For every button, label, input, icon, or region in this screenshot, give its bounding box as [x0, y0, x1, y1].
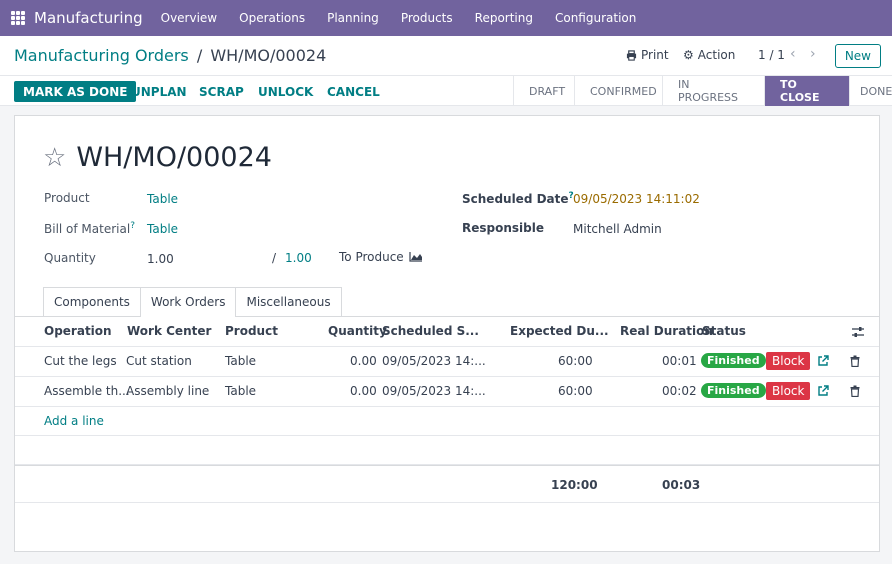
print-icon	[626, 49, 637, 61]
scheduled-date-field[interactable]: 09/05/2023 14:11:02	[573, 192, 700, 206]
help-icon[interactable]: ?	[130, 221, 135, 231]
external-link-icon[interactable]	[817, 355, 829, 367]
bom-field[interactable]: Table	[147, 222, 178, 236]
row-scheduled: 09/05/2023 14:...	[382, 354, 486, 368]
row-operation: Assemble th...	[44, 384, 130, 398]
to-produce-label: To Produce	[339, 250, 404, 264]
unlock-button[interactable]: UNLOCK	[249, 81, 322, 102]
status-badge: Finished	[701, 353, 766, 368]
row-quantity: 0.00	[350, 354, 377, 368]
status-bar: MARK AS DONE UNPLAN SCRAP UNLOCK CANCEL …	[0, 76, 892, 106]
total-expected: 120:00	[551, 478, 598, 492]
quantity-field[interactable]: 1.00	[147, 252, 174, 266]
quantity-total: 1.00	[285, 251, 312, 265]
pager-value[interactable]: 1 / 1	[758, 48, 785, 62]
record-title: WH/MO/00024	[76, 142, 272, 173]
print-button[interactable]: Print	[626, 48, 669, 62]
external-link-icon[interactable]	[817, 385, 829, 397]
tab-components[interactable]: Components	[43, 287, 141, 317]
row-work-center: Cut station	[126, 354, 192, 368]
table-row[interactable]: Assemble th... Assembly line Table 0.00 …	[15, 377, 879, 407]
col-operation[interactable]: Operation	[44, 324, 112, 338]
menu-configuration[interactable]: Configuration	[555, 11, 636, 25]
scrap-button[interactable]: SCRAP	[190, 81, 253, 102]
row-expected: 60:00	[558, 354, 593, 368]
responsible-field[interactable]: Mitchell Admin	[573, 222, 662, 236]
row-real-duration: 00:01	[662, 354, 697, 368]
app-brand[interactable]: Manufacturing	[34, 9, 143, 27]
col-quantity[interactable]: Quantity	[328, 324, 387, 338]
row-operation: Cut the legs	[44, 354, 117, 368]
action-label: Action	[697, 48, 736, 62]
col-real-duration[interactable]: Real Duration	[620, 324, 713, 338]
breadcrumb-separator: /	[196, 46, 203, 65]
trash-icon[interactable]	[850, 355, 860, 367]
stage-to-close[interactable]: TO CLOSE	[764, 76, 849, 106]
row-real-duration: 00:02	[662, 384, 697, 398]
col-scheduled[interactable]: Scheduled S...	[382, 324, 479, 338]
table-header: Operation Work Center Product Quantity S…	[15, 317, 879, 347]
action-button[interactable]: ⚙ Action	[683, 48, 735, 62]
responsible-label: Responsible	[462, 221, 544, 235]
tab-miscellaneous[interactable]: Miscellaneous	[235, 287, 342, 317]
stage-draft[interactable]: DRAFT	[513, 76, 574, 106]
menu-operations[interactable]: Operations	[239, 11, 305, 25]
menu-planning[interactable]: Planning	[327, 11, 379, 25]
quantity-label: Quantity	[44, 251, 96, 265]
row-quantity: 0.00	[350, 384, 377, 398]
unplan-button[interactable]: UNPLAN	[122, 81, 196, 102]
top-navbar: Manufacturing Overview Operations Planni…	[0, 0, 892, 36]
menu-overview[interactable]: Overview	[161, 11, 218, 25]
row-product: Table	[225, 354, 257, 368]
cancel-button[interactable]: CANCEL	[318, 81, 389, 102]
stage-pipeline: DRAFT CONFIRMED IN PROGRESS TO CLOSE DON…	[513, 76, 892, 106]
row-expected: 60:00	[558, 384, 593, 398]
breadcrumb: Manufacturing Orders / WH/MO/00024	[14, 46, 326, 65]
empty-row	[15, 407, 879, 436]
form-sheet: ☆ WH/MO/00024 Product Table Bill of Mate…	[14, 115, 880, 552]
row-work-center: Assembly line	[126, 384, 210, 398]
total-real-duration: 00:03	[662, 478, 701, 492]
row-scheduled: 09/05/2023 14:...	[382, 384, 486, 398]
title-row: ☆ WH/MO/00024	[43, 142, 272, 173]
print-label: Print	[641, 48, 669, 62]
product-label: Product	[44, 191, 90, 205]
notebook-tabs: Components Work Orders Miscellaneous	[43, 287, 342, 317]
pager-next-icon[interactable]: ›	[810, 46, 816, 62]
product-field[interactable]: Table	[147, 192, 178, 206]
stage-in-progress[interactable]: IN PROGRESS	[662, 76, 764, 106]
trash-icon[interactable]	[850, 385, 860, 397]
stage-done[interactable]: DONE	[849, 76, 892, 106]
tab-work-orders[interactable]: Work Orders	[139, 287, 237, 317]
col-product[interactable]: Product	[225, 324, 278, 338]
empty-row	[15, 436, 879, 465]
apps-menu-icon[interactable]	[11, 11, 25, 25]
star-icon[interactable]: ☆	[43, 143, 66, 173]
col-status[interactable]: Status	[702, 324, 746, 338]
new-button[interactable]: New	[834, 44, 881, 68]
breadcrumb-current: WH/MO/00024	[210, 46, 327, 65]
totals-row: 120:00 00:03	[15, 465, 879, 503]
quantity-separator: /	[272, 251, 277, 265]
scheduled-date-label: Scheduled Date?	[462, 191, 574, 206]
control-panel: Manufacturing Orders / WH/MO/00024 Print…	[0, 36, 892, 76]
gear-icon: ⚙	[683, 48, 694, 62]
col-work-center[interactable]: Work Center	[127, 324, 211, 338]
pager-prev-icon[interactable]: ‹	[790, 46, 796, 62]
status-badge: Finished	[701, 383, 766, 398]
bom-label: Bill of Material?	[44, 221, 135, 236]
mark-as-done-button[interactable]: MARK AS DONE	[14, 81, 137, 102]
area-chart-icon[interactable]	[409, 251, 423, 262]
menu-products[interactable]: Products	[401, 11, 453, 25]
block-button[interactable]: Block	[766, 352, 811, 370]
breadcrumb-parent-link[interactable]: Manufacturing Orders	[14, 46, 189, 65]
block-button[interactable]: Block	[766, 382, 811, 400]
row-product: Table	[225, 384, 257, 398]
stage-confirmed[interactable]: CONFIRMED	[574, 76, 662, 106]
menu-reporting[interactable]: Reporting	[475, 11, 533, 25]
optional-columns-icon[interactable]	[851, 326, 865, 338]
col-expected[interactable]: Expected Du...	[510, 324, 609, 338]
table-row[interactable]: Cut the legs Cut station Table 0.00 09/0…	[15, 347, 879, 377]
